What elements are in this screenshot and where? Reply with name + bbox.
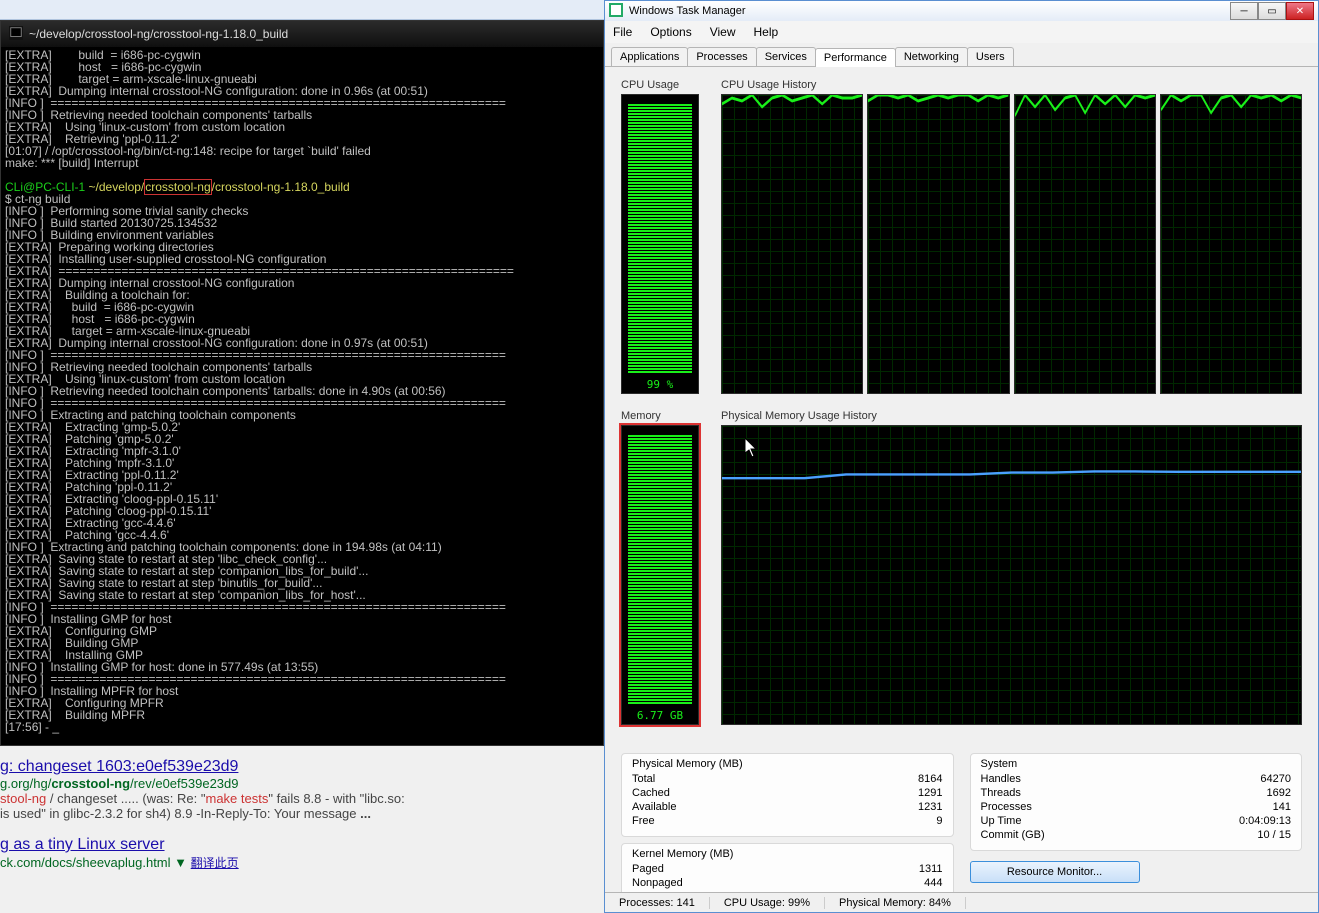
search-result-link-1[interactable]: g: changeset 1603:e0ef539e23d9 bbox=[0, 758, 238, 775]
toolbar-fragment bbox=[0, 0, 604, 20]
menu-help[interactable]: Help bbox=[754, 25, 779, 39]
search-result-url-1: g.org/hg/crosstool-ng/rev/e0ef539e23d9 bbox=[0, 776, 239, 791]
terminal-window: ~/develop/crosstool-ng/crosstool-ng-1.18… bbox=[0, 20, 604, 746]
terminal-titlebar[interactable]: ~/develop/crosstool-ng/crosstool-ng-1.18… bbox=[1, 21, 603, 47]
memory-history-label: Physical Memory Usage History bbox=[721, 410, 1302, 422]
tab-processes[interactable]: Processes bbox=[687, 47, 756, 66]
cpu-history-core3 bbox=[1160, 94, 1302, 394]
cpu-gauge-value: 99 % bbox=[622, 376, 698, 393]
tab-performance[interactable]: Performance bbox=[815, 48, 896, 67]
physical-memory-panel: Physical Memory (MB)Total8164Cached1291A… bbox=[621, 753, 954, 837]
browser-search-results: g: changeset 1603:e0ef539e23d9 g.org/hg/… bbox=[0, 748, 600, 877]
mouse-cursor bbox=[745, 438, 759, 458]
status-processes: Processes: 141 bbox=[605, 897, 710, 909]
stats-panels: Physical Memory (MB)Total8164Cached1291A… bbox=[605, 753, 1318, 903]
taskmgr-statusbar: Processes: 141 CPU Usage: 99% Physical M… bbox=[605, 892, 1318, 912]
taskmgr-titlebar[interactable]: Windows Task Manager ─ ▭ ✕ bbox=[605, 1, 1318, 21]
memory-gauge-value: 6.77 GB bbox=[622, 707, 698, 724]
taskmgr-tabs: ApplicationsProcessesServicesPerformance… bbox=[605, 43, 1318, 67]
terminal-output[interactable]: [EXTRA] build = i686-pc-cygwin[EXTRA] ho… bbox=[1, 47, 603, 745]
search-result-snippet-1b: is used" in glibc-2.3.2 for sh4) 8.9 -In… bbox=[0, 806, 371, 821]
system-panel: SystemHandles64270Threads1692Processes14… bbox=[970, 753, 1303, 851]
cpu-usage-label: CPU Usage bbox=[621, 79, 699, 91]
close-button[interactable]: ✕ bbox=[1286, 2, 1314, 20]
menu-file[interactable]: File bbox=[613, 25, 632, 39]
search-result-url-2: ck.com/docs/sheevaplug.html ▼ 翻译此页 bbox=[0, 855, 239, 870]
tab-users[interactable]: Users bbox=[967, 47, 1014, 66]
maximize-button[interactable]: ▭ bbox=[1258, 2, 1286, 20]
performance-panel: CPU Usage 99 % CPU Usage History Memory … bbox=[605, 67, 1318, 753]
tab-networking[interactable]: Networking bbox=[895, 47, 968, 66]
terminal-icon bbox=[9, 26, 23, 43]
cpu-history-core1 bbox=[867, 94, 1009, 394]
tab-applications[interactable]: Applications bbox=[611, 47, 688, 66]
cpu-history-label: CPU Usage History bbox=[721, 79, 1302, 91]
task-manager-window: Windows Task Manager ─ ▭ ✕ File Options Vi… bbox=[604, 0, 1319, 913]
terminal-title: ~/develop/crosstool-ng/crosstool-ng-1.18… bbox=[29, 27, 288, 41]
taskmgr-icon bbox=[609, 3, 623, 20]
tab-services[interactable]: Services bbox=[756, 47, 816, 66]
memory-label: Memory bbox=[621, 410, 699, 422]
cpu-history-core2 bbox=[1014, 94, 1156, 394]
cpu-gauge: 99 % bbox=[621, 94, 699, 394]
taskmgr-menubar: File Options View Help bbox=[605, 21, 1318, 43]
taskmgr-title: Windows Task Manager bbox=[629, 5, 1224, 17]
search-result-link-2[interactable]: g as a tiny Linux server bbox=[0, 836, 165, 853]
cpu-history-graphs bbox=[721, 94, 1302, 394]
memory-gauge: 6.77 GB bbox=[621, 425, 699, 725]
memory-history-graph bbox=[721, 425, 1302, 725]
resource-monitor-button[interactable]: Resource Monitor... bbox=[970, 861, 1140, 883]
minimize-button[interactable]: ─ bbox=[1230, 2, 1258, 20]
search-result-snippet-1: stool-ng / changeset ..... (was: Re: "ma… bbox=[0, 791, 405, 806]
kernel-memory-panel: Kernel Memory (MB)Paged1311Nonpaged444 bbox=[621, 843, 954, 899]
status-memory: Physical Memory: 84% bbox=[825, 897, 966, 909]
menu-view[interactable]: View bbox=[710, 25, 736, 39]
menu-options[interactable]: Options bbox=[650, 25, 691, 39]
status-cpu: CPU Usage: 99% bbox=[710, 897, 825, 909]
cpu-history-core0 bbox=[721, 94, 863, 394]
translate-link[interactable]: 翻译此页 bbox=[191, 856, 239, 870]
